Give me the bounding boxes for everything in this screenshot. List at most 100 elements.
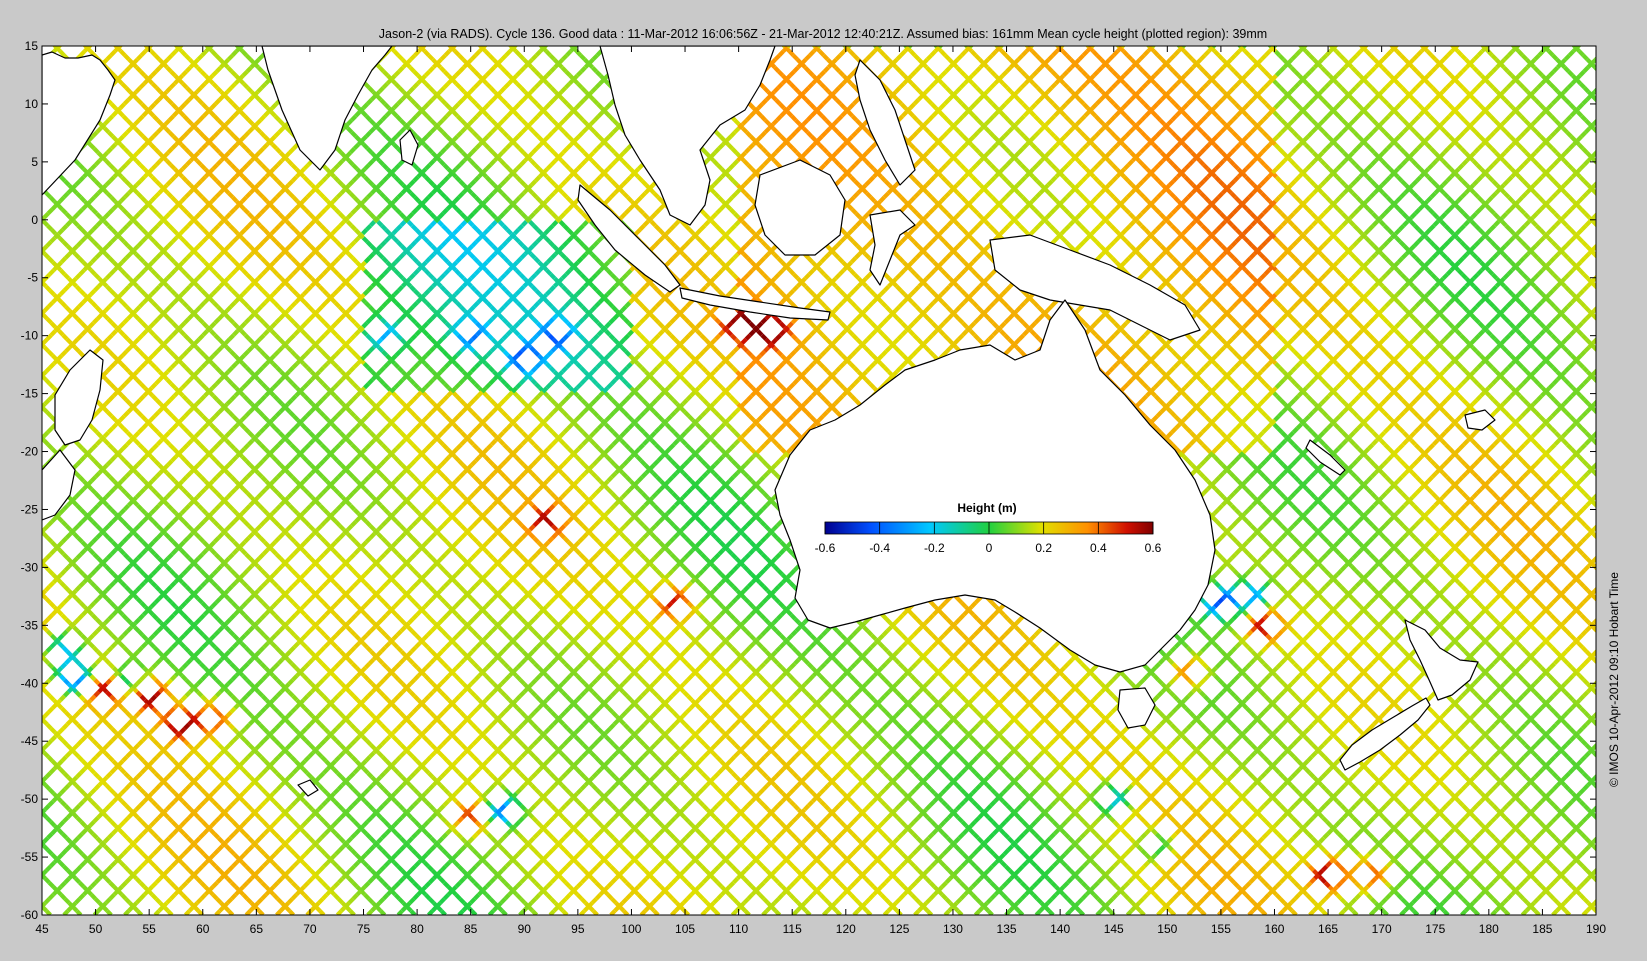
track-segment bbox=[411, 848, 419, 856]
track-segment bbox=[95, 836, 103, 844]
track-segment bbox=[194, 439, 202, 447]
track-segment bbox=[354, 852, 362, 860]
track-segment bbox=[710, 718, 718, 726]
track-segment bbox=[61, 832, 69, 840]
track-segment bbox=[512, 516, 520, 524]
track-segment bbox=[528, 532, 536, 540]
track-segment bbox=[579, 771, 587, 779]
track-segment bbox=[239, 828, 247, 836]
track-segment bbox=[682, 783, 690, 791]
track-segment bbox=[213, 426, 221, 434]
track-segment bbox=[410, 536, 418, 544]
track-segment bbox=[154, 897, 162, 905]
track-segment bbox=[819, 706, 827, 714]
track-segment bbox=[621, 690, 629, 698]
track-segment bbox=[350, 848, 358, 856]
track-segment bbox=[777, 694, 785, 702]
track-segment bbox=[19, 72, 23, 76]
track-segment bbox=[62, 678, 70, 686]
track-segment bbox=[894, 783, 902, 791]
track-segment bbox=[776, 881, 784, 889]
track-segment bbox=[481, 609, 490, 617]
track-segment bbox=[725, 828, 733, 836]
track-segment bbox=[451, 609, 459, 617]
track-segment bbox=[486, 739, 494, 747]
track-segment bbox=[269, 609, 277, 617]
track-segment bbox=[151, 706, 159, 714]
track-segment bbox=[47, 662, 55, 670]
track-segment bbox=[862, 844, 870, 852]
track-segment bbox=[231, 414, 239, 422]
track-segment bbox=[354, 759, 362, 767]
track-segment bbox=[247, 337, 255, 345]
track-segment bbox=[398, 617, 406, 625]
track-segment bbox=[436, 718, 444, 726]
track-segment bbox=[224, 439, 233, 447]
track-segment bbox=[788, 893, 796, 901]
track-segment bbox=[457, 552, 465, 560]
track-segment bbox=[103, 751, 111, 759]
track-segment bbox=[224, 220, 232, 228]
track-segment bbox=[200, 694, 208, 702]
track-segment bbox=[467, 844, 475, 852]
track-segment bbox=[445, 447, 453, 455]
track-segment bbox=[747, 694, 755, 702]
track-segment bbox=[399, 337, 407, 345]
track-segment bbox=[621, 877, 629, 885]
track-segment bbox=[458, 585, 466, 593]
track-segment bbox=[847, 828, 855, 836]
track-segment bbox=[1004, 771, 1012, 779]
track-segment bbox=[316, 751, 324, 759]
track-segment bbox=[623, 443, 631, 451]
track-segment bbox=[834, 909, 842, 915]
track-segment bbox=[470, 597, 478, 605]
track-segment bbox=[381, 755, 389, 763]
track-segment bbox=[500, 284, 508, 292]
track-segment bbox=[562, 629, 570, 637]
track-segment bbox=[578, 864, 586, 872]
track-segment bbox=[102, 406, 110, 414]
track-segment bbox=[426, 739, 434, 747]
track-segment bbox=[590, 877, 598, 885]
track-segment bbox=[529, 877, 537, 885]
track-segment bbox=[731, 678, 739, 686]
track-segment bbox=[109, 195, 117, 203]
track-segment bbox=[232, 540, 240, 548]
track-segment bbox=[229, 568, 237, 576]
track-segment bbox=[247, 430, 255, 438]
track-segment bbox=[399, 836, 407, 844]
track-segment bbox=[73, 751, 81, 759]
track-segment bbox=[379, 191, 387, 199]
track-segment bbox=[42, 778, 44, 781]
track-segment bbox=[592, 722, 600, 730]
track-segment bbox=[558, 625, 566, 633]
figure: Jason-2 (via RADS). Cycle 136. Good data… bbox=[0, 0, 1647, 956]
track-segment bbox=[393, 893, 401, 901]
track-segment bbox=[581, 743, 589, 751]
track-segment bbox=[167, 722, 175, 730]
track-segment bbox=[562, 317, 570, 325]
track-segment bbox=[377, 345, 385, 353]
track-segment bbox=[156, 337, 164, 345]
track-segment bbox=[801, 718, 809, 726]
track-segment bbox=[147, 609, 155, 617]
track-segment bbox=[393, 175, 401, 183]
track-segment bbox=[24, 700, 28, 704]
track-segment bbox=[245, 272, 253, 280]
track-segment bbox=[368, 836, 376, 844]
track-segment bbox=[243, 333, 251, 341]
track-segment bbox=[929, 787, 937, 795]
track-segment bbox=[837, 881, 845, 889]
track-segment bbox=[230, 694, 238, 702]
track-segment bbox=[744, 722, 752, 730]
track-segment bbox=[452, 735, 460, 743]
track-segment bbox=[361, 236, 369, 244]
track-segment bbox=[195, 65, 203, 73]
track-segment bbox=[436, 812, 444, 820]
track-segment bbox=[118, 236, 126, 244]
track-segment bbox=[956, 909, 964, 915]
track-segment bbox=[59, 800, 67, 807]
track-segment bbox=[443, 382, 451, 390]
track-segment bbox=[149, 860, 157, 868]
track-segment bbox=[513, 548, 521, 556]
